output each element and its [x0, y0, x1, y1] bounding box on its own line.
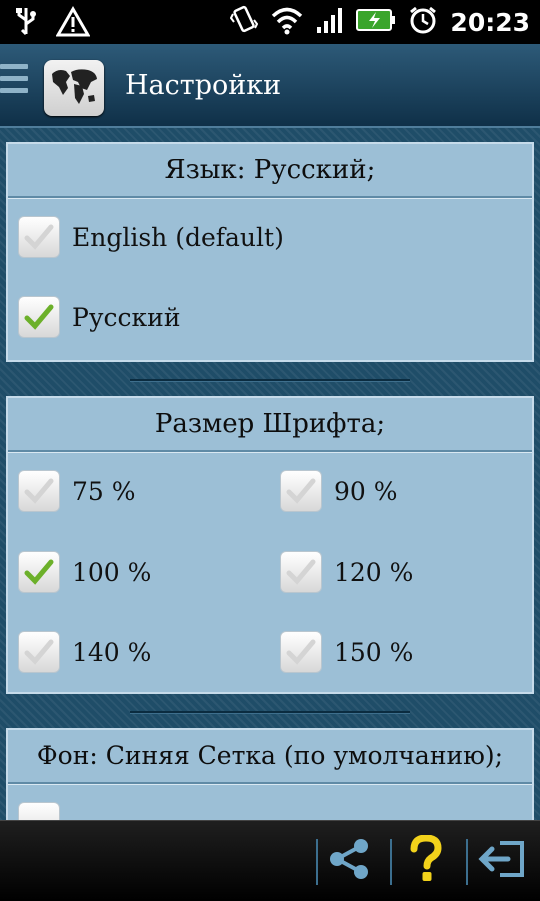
language-section: Язык: Русский; English (default) Русский	[6, 142, 534, 362]
signal-icon	[316, 5, 344, 39]
option-label: 120 %	[334, 557, 414, 587]
settings-content[interactable]: Язык: Русский; English (default) Русский…	[0, 128, 540, 820]
background-option[interactable]	[18, 802, 60, 820]
background-section: Фон: Синяя Сетка (по умолчанию);	[6, 728, 534, 820]
option-label: 150 %	[334, 637, 414, 667]
share-icon	[328, 837, 372, 885]
language-option-english[interactable]: English (default)	[18, 216, 284, 258]
font-option-140[interactable]: 140 %	[18, 631, 151, 673]
checkbox-120[interactable]	[280, 551, 322, 593]
toolbar-separator	[390, 839, 392, 885]
option-label: 90 %	[334, 476, 398, 506]
font-option-75[interactable]: 75 %	[18, 470, 136, 512]
alarm-icon	[408, 5, 438, 39]
page-title: Настройки	[125, 70, 282, 101]
font-option-100[interactable]: 100 %	[18, 551, 151, 593]
help-icon	[406, 834, 446, 887]
battery-icon	[356, 8, 396, 36]
wifi-icon	[270, 5, 304, 39]
font-option-120[interactable]: 120 %	[280, 551, 413, 593]
option-label: Русский	[72, 302, 181, 332]
status-bar: 20:23	[0, 0, 540, 44]
language-option-russian[interactable]: Русский	[18, 296, 180, 338]
checkbox-150[interactable]	[280, 631, 322, 673]
toolbar-separator	[316, 839, 318, 885]
vibrate-icon	[230, 4, 259, 40]
checkbox-russian[interactable]	[18, 296, 60, 338]
background-header: Фон: Синяя Сетка (по умолчанию);	[8, 730, 532, 784]
checkbox-140[interactable]	[18, 631, 60, 673]
checkbox-75[interactable]	[18, 470, 60, 512]
checkbox-100[interactable]	[18, 551, 60, 593]
toolbar-separator	[466, 839, 468, 885]
font-option-90[interactable]: 90 %	[280, 470, 398, 512]
font-size-section: Размер Шрифта; 75 % 90 % 100 % 120 % 140…	[6, 396, 534, 694]
option-label: 140 %	[72, 637, 152, 667]
usb-icon	[14, 6, 38, 42]
world-map-icon[interactable]	[44, 60, 104, 116]
share-button[interactable]	[322, 833, 378, 889]
option-label: 75 %	[72, 476, 136, 506]
bottom-toolbar	[0, 820, 540, 901]
section-divider	[130, 711, 410, 713]
menu-icon[interactable]	[0, 64, 28, 102]
exit-button[interactable]	[474, 833, 530, 889]
checkbox-90[interactable]	[280, 470, 322, 512]
option-label: English (default)	[72, 222, 284, 252]
help-button[interactable]	[398, 833, 454, 889]
font-size-header: Размер Шрифта;	[8, 398, 532, 452]
clock-time: 20:23	[450, 7, 530, 37]
option-label: 100 %	[72, 557, 152, 587]
warning-icon	[55, 5, 91, 42]
exit-icon	[478, 837, 526, 885]
section-divider	[130, 379, 410, 381]
checkbox-english[interactable]	[18, 216, 60, 258]
language-header: Язык: Русский;	[8, 144, 532, 198]
title-bar: Настройки	[0, 44, 540, 128]
checkbox-background[interactable]	[18, 802, 60, 820]
font-option-150[interactable]: 150 %	[280, 631, 413, 673]
